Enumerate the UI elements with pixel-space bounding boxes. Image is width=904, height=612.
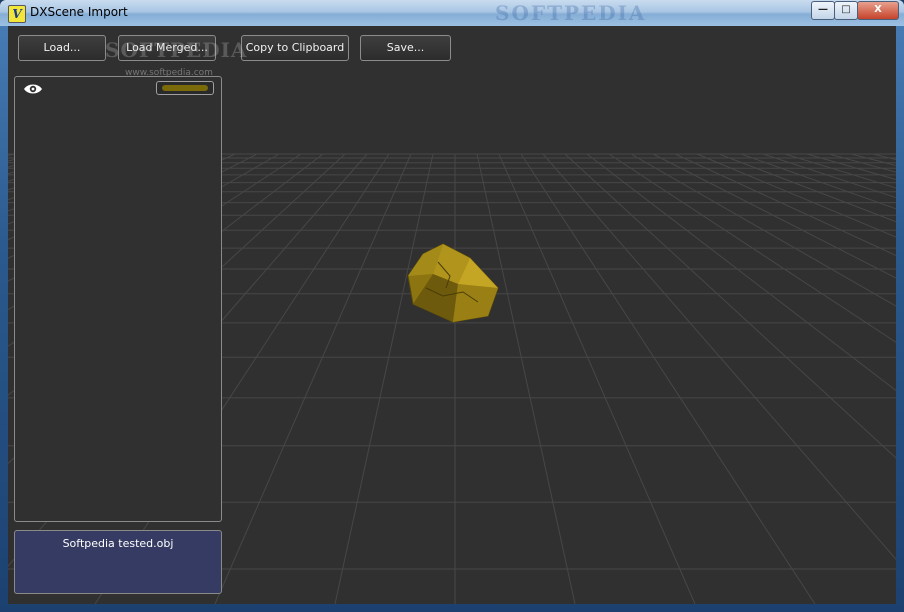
- eye-icon[interactable]: [23, 83, 43, 95]
- window-title: DXScene Import: [30, 5, 128, 19]
- app-logo-icon: V: [8, 5, 26, 23]
- app-window: V DXScene Import SOFTPEDIA — □ X Load...…: [0, 0, 904, 612]
- 3d-model[interactable]: [407, 243, 499, 323]
- close-button[interactable]: X: [857, 1, 899, 20]
- file-panel[interactable]: Softpedia tested.obj: [14, 530, 222, 594]
- minimize-button[interactable]: —: [811, 1, 835, 20]
- object-color-fill: [162, 85, 208, 91]
- file-name-label: Softpedia tested.obj: [62, 537, 174, 550]
- load-merged-button[interactable]: Load Merged...: [118, 35, 216, 61]
- maximize-button[interactable]: □: [834, 1, 858, 20]
- save-button[interactable]: Save...: [360, 35, 451, 61]
- title-watermark: SOFTPEDIA: [495, 1, 647, 25]
- layers-panel[interactable]: [14, 76, 222, 522]
- load-button[interactable]: Load...: [18, 35, 106, 61]
- copy-to-clipboard-button[interactable]: Copy to Clipboard: [241, 35, 349, 61]
- title-bar[interactable]: V DXScene Import SOFTPEDIA — □ X: [0, 0, 904, 26]
- viewport[interactable]: Load... Load Merged... Copy to Clipboard…: [8, 26, 896, 604]
- object-color-swatch[interactable]: [156, 81, 214, 95]
